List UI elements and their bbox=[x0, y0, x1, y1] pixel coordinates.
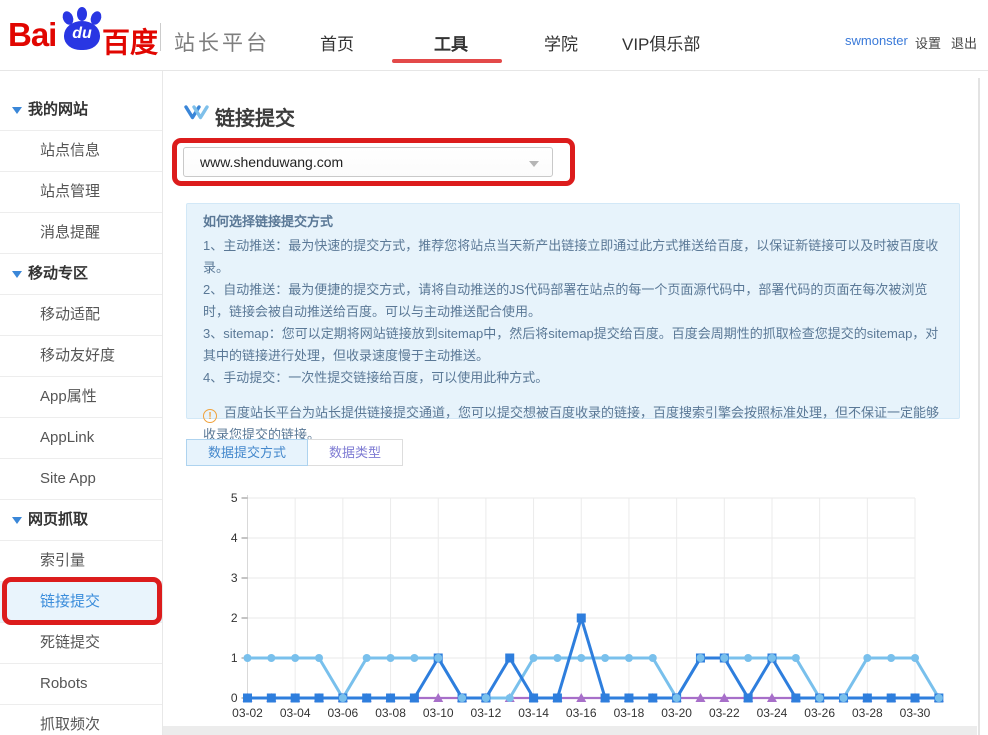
help-box-items: 1、主动推送：最为快速的提交方式，推荐您将站点当天新产出链接立即通过此方式推送给… bbox=[203, 235, 943, 389]
svg-text:03-26: 03-26 bbox=[804, 706, 835, 720]
settings-link[interactable]: 设置 bbox=[915, 33, 941, 52]
svg-text:03-12: 03-12 bbox=[471, 706, 502, 720]
tab-data-submit-method[interactable]: 数据提交方式 bbox=[186, 439, 308, 466]
baidu-logo-cn: 百度 bbox=[102, 21, 158, 61]
tab-data-type[interactable]: 数据类型 bbox=[308, 439, 403, 466]
sidebar-section-header: 移动专区 bbox=[0, 254, 162, 295]
help-box-item: 4、手动提交：一次性提交链接给百度，可以使用此种方式。 bbox=[203, 367, 943, 389]
svg-text:03-10: 03-10 bbox=[423, 706, 454, 720]
help-box-item: 3、sitemap：您可以定期将网站链接放到sitemap中，然后将sitema… bbox=[203, 323, 943, 367]
link-submit-title-icon bbox=[184, 104, 209, 122]
site-selector-dropdown[interactable]: www.shenduwang.com bbox=[183, 147, 553, 177]
submission-help-box: 如何选择链接提交方式 1、主动推送：最为快速的提交方式，推荐您将站点当天新产出链… bbox=[186, 203, 960, 419]
sidebar-section-header: 我的网站 bbox=[0, 90, 162, 131]
baidu-logo-du: du bbox=[60, 25, 104, 43]
active-nav-underline bbox=[392, 59, 502, 63]
sidebar-section-header: 网页抓取 bbox=[0, 500, 162, 541]
page-title: 链接提交 bbox=[215, 102, 295, 131]
logout-link[interactable]: 退出 bbox=[951, 33, 977, 52]
svg-text:03-30: 03-30 bbox=[900, 706, 931, 720]
chevron-down-icon bbox=[529, 161, 539, 167]
sidebar-item[interactable]: 移动适配 bbox=[0, 295, 162, 336]
nav-item-academy[interactable]: 学院 bbox=[544, 30, 578, 55]
svg-text:5: 5 bbox=[231, 491, 238, 505]
svg-text:1: 1 bbox=[231, 651, 238, 665]
chart-tabs: 数据提交方式 数据类型 bbox=[186, 439, 403, 466]
svg-text:2: 2 bbox=[231, 611, 238, 625]
triangle-down-icon bbox=[12, 271, 22, 278]
sidebar-item[interactable]: Site App bbox=[0, 459, 162, 500]
svg-text:03-06: 03-06 bbox=[328, 706, 359, 720]
sidebar-item[interactable]: AppLink bbox=[0, 418, 162, 459]
scrollbar-track[interactable] bbox=[978, 78, 980, 735]
baidu-paw-logo-icon: du bbox=[60, 8, 104, 52]
svg-text:03-24: 03-24 bbox=[757, 706, 788, 720]
site-selector-value: www.shenduwang.com bbox=[200, 154, 343, 170]
sidebar-item-link-submit-active[interactable]: 链接提交 bbox=[0, 582, 162, 623]
sidebar-item[interactable]: 移动友好度 bbox=[0, 336, 162, 377]
top-header: Bai du 百度 站长平台 首页 工具 学院 VIP俱乐部 swmonster… bbox=[0, 0, 988, 71]
help-box-item: 2、自动推送：最为便捷的提交方式，请将自动推送的JS代码部署在站点的每一个页面源… bbox=[203, 279, 943, 323]
svg-text:3: 3 bbox=[231, 571, 238, 585]
svg-text:03-14: 03-14 bbox=[518, 706, 549, 720]
submission-trend-chart: 0 1 2 3 4 5 03-02 03-04 03-06 03-08 03-10 03-12 03-1… bbox=[180, 487, 980, 732]
sidebar-item[interactable]: Robots bbox=[0, 664, 162, 705]
svg-text:4: 4 bbox=[231, 531, 238, 545]
svg-text:0: 0 bbox=[231, 691, 238, 705]
triangle-down-icon bbox=[12, 517, 22, 524]
svg-text:03-20: 03-20 bbox=[661, 706, 692, 720]
nav-item-vip-club[interactable]: VIP俱乐部 bbox=[622, 30, 700, 55]
username-link[interactable]: swmonster bbox=[845, 33, 908, 48]
svg-text:03-02: 03-02 bbox=[232, 706, 263, 720]
sidebar: 我的网站站点信息站点管理消息提醒移动专区移动适配移动友好度App属性AppLin… bbox=[0, 71, 163, 735]
help-box-title: 如何选择链接提交方式 bbox=[203, 211, 943, 233]
notice-text: 百度站长平台为站长提供链接提交通道，您可以提交想被百度收录的链接，百度搜索引擎会… bbox=[203, 405, 939, 442]
svg-text:03-28: 03-28 bbox=[852, 706, 883, 720]
warning-icon: ! bbox=[203, 409, 217, 423]
svg-text:03-08: 03-08 bbox=[375, 706, 406, 720]
sidebar-item[interactable]: 消息提醒 bbox=[0, 213, 162, 254]
paw-toe-icon bbox=[77, 7, 87, 21]
help-box-item: 1、主动推送：最为快速的提交方式，推荐您将站点当天新产出链接立即通过此方式推送给… bbox=[203, 235, 943, 279]
sidebar-item[interactable]: 站点信息 bbox=[0, 131, 162, 172]
triangle-down-icon bbox=[12, 107, 22, 114]
sidebar-item[interactable]: 死链提交 bbox=[0, 623, 162, 664]
sidebar-item[interactable]: App属性 bbox=[0, 377, 162, 418]
baidu-logo-bai: Bai bbox=[8, 16, 56, 54]
logo-divider bbox=[160, 23, 161, 51]
svg-text:03-04: 03-04 bbox=[280, 706, 311, 720]
nav-item-home[interactable]: 首页 bbox=[320, 30, 354, 55]
sidebar-item[interactable]: 索引量 bbox=[0, 541, 162, 582]
sidebar-item[interactable]: 抓取频次 bbox=[0, 705, 162, 735]
svg-text:03-16: 03-16 bbox=[566, 706, 597, 720]
line-chart-svg: 0 1 2 3 4 5 03-02 03-04 03-06 03-08 03-10 03-12 03-1… bbox=[180, 487, 980, 732]
svg-text:03-22: 03-22 bbox=[709, 706, 740, 720]
product-name: 站长平台 bbox=[174, 27, 270, 57]
baidu-webmaster-page: Bai du 百度 站长平台 首页 工具 学院 VIP俱乐部 swmonster… bbox=[0, 0, 988, 735]
sidebar-item[interactable]: 站点管理 bbox=[0, 172, 162, 213]
nav-item-tools[interactable]: 工具 bbox=[434, 30, 468, 55]
svg-text:03-18: 03-18 bbox=[614, 706, 645, 720]
page-bottom-edge bbox=[163, 726, 977, 735]
